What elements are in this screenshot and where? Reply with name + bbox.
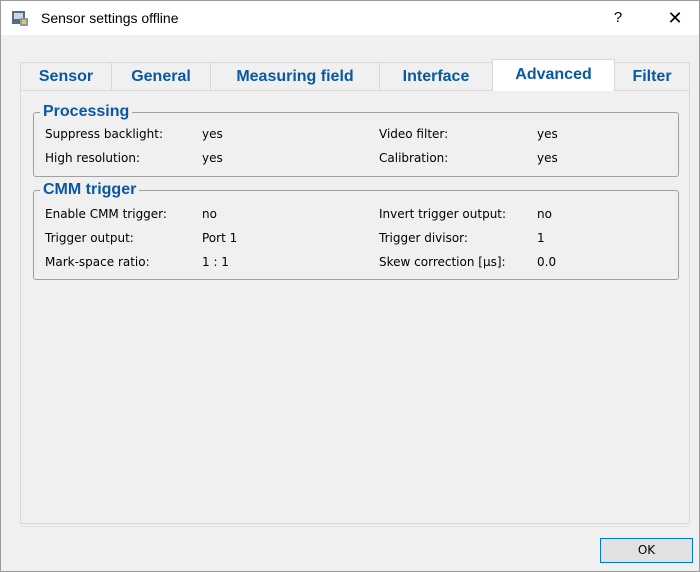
invert-trigger-output-label: Invert trigger output: [379,207,507,221]
enable-cmm-trigger-label: Enable CMM trigger: [45,207,167,221]
skew-correction-label: Skew correction [µs]: [379,255,506,269]
enable-cmm-trigger-value: no [202,207,217,221]
trigger-output-value: Port 1 [202,231,238,245]
invert-trigger-output-value: no [537,207,552,221]
tab-filter[interactable]: Filter [614,62,690,90]
cmm-trigger-group: CMM trigger Enable CMM trigger: no Trigg… [33,181,679,280]
window-title: Sensor settings offline [41,10,179,26]
close-icon: ✕ [667,8,683,28]
footer-divider [20,526,690,527]
trigger-divisor-value: 1 [537,231,545,245]
high-resolution-label: High resolution: [45,151,141,165]
tab-measuring-field[interactable]: Measuring field [210,62,380,90]
processing-group: Processing Suppress backlight: yes High … [33,103,679,177]
processing-group-title: Processing [40,103,133,121]
ok-button[interactable]: OK [600,538,693,563]
close-button[interactable]: ✕ [657,5,693,31]
suppress-backlight-value: yes [202,127,223,141]
help-button[interactable]: ? [603,5,633,31]
tab-interface[interactable]: Interface [379,62,493,90]
advanced-tab-panel: Processing Suppress backlight: yes High … [20,90,690,524]
cmm-trigger-group-title: CMM trigger [40,181,140,199]
calibration-label: Calibration: [379,151,449,165]
tab-advanced[interactable]: Advanced [492,59,615,91]
tab-general[interactable]: General [111,62,211,90]
mark-space-ratio-value: 1 : 1 [202,255,229,269]
skew-correction-value: 0.0 [537,255,557,269]
trigger-output-label: Trigger output: [45,231,134,245]
sensor-app-icon [11,9,29,27]
tab-sensor[interactable]: Sensor [20,62,112,90]
sensor-settings-dialog: Sensor settings offline ? ✕ Sensor Gener… [0,0,700,572]
mark-space-ratio-label: Mark-space ratio: [45,255,150,269]
suppress-backlight-label: Suppress backlight: [45,127,163,141]
video-filter-label: Video filter: [379,127,449,141]
trigger-divisor-label: Trigger divisor: [379,231,468,245]
high-resolution-value: yes [202,151,223,165]
calibration-value: yes [537,151,558,165]
title-bar: Sensor settings offline ? ✕ [1,1,699,35]
video-filter-value: yes [537,127,558,141]
